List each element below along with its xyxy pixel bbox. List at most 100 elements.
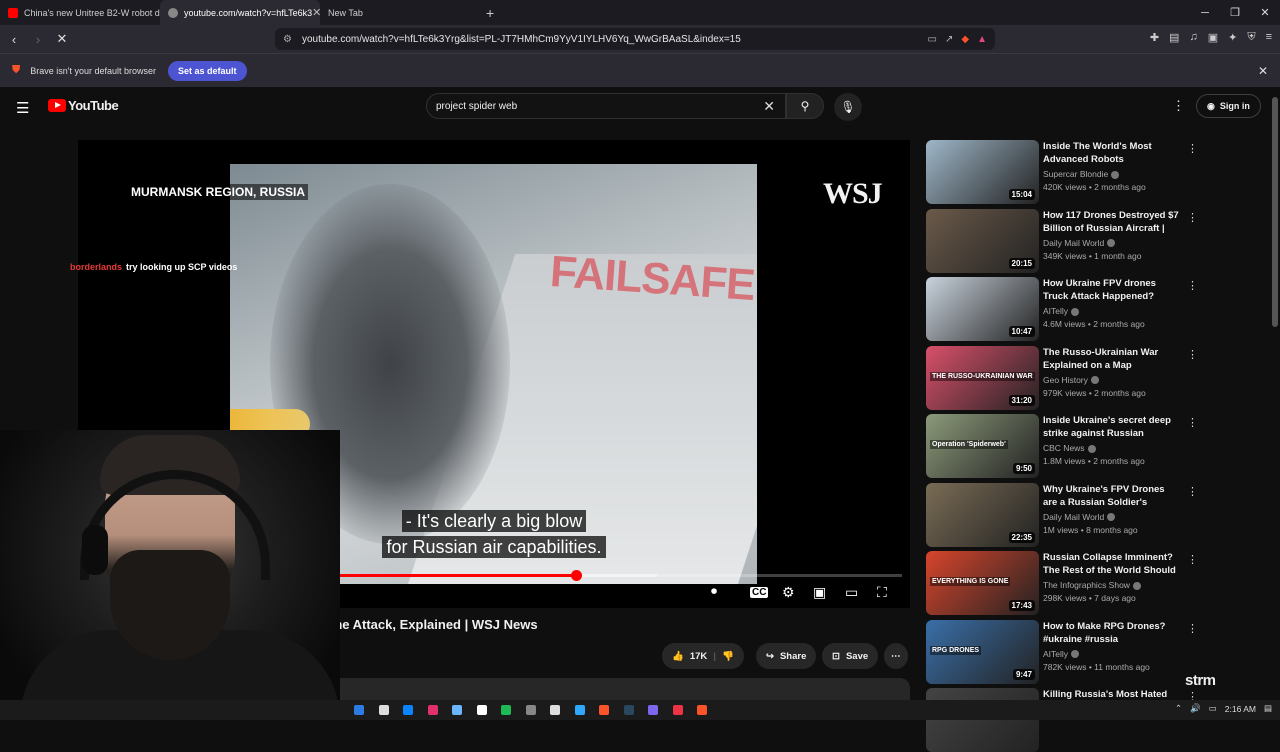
notifications-icon[interactable]: ▤ — [1264, 703, 1272, 714]
minimize-icon[interactable]: ─ — [1190, 7, 1220, 19]
recommendation-title[interactable]: How Ukraine FPV drones Truck Attack Happ… — [1043, 277, 1179, 303]
video-thumbnail[interactable]: THE RUSSO-UKRAINIAN WAR 31:20 — [926, 345, 1039, 410]
more-options-icon[interactable]: ⋮ — [1187, 142, 1198, 155]
more-options-icon[interactable]: ⋮ — [1187, 622, 1198, 635]
address-bar[interactable]: ⚙ youtube.com/watch?v=hfLTe6k3Yrg&list=P… — [275, 28, 995, 50]
recommendation-item[interactable]: 15:04 Inside The World's Most Advanced Ro… — [926, 140, 1226, 204]
page-scrollbar[interactable] — [1270, 87, 1280, 700]
recommendation-item[interactable]: Killing Russia's Most Hated Man⋮ — [926, 688, 1226, 752]
tab-new-tab[interactable]: New Tab — [320, 0, 480, 25]
search-input[interactable]: project spider web ✕ — [426, 93, 786, 119]
leo-ai-icon[interactable]: ✦ — [1228, 31, 1237, 44]
recommendation-item[interactable]: THE RUSSO-UKRAINIAN WAR 31:20 The Russo-Uk… — [926, 345, 1226, 410]
more-options-icon[interactable]: ⋮ — [1187, 279, 1198, 292]
sign-in-button[interactable]: ◉ Sign in — [1196, 94, 1261, 118]
app-icon-notes[interactable] — [378, 705, 389, 715]
scrubber-handle[interactable] — [570, 570, 582, 581]
video-thumbnail[interactable]: 10:47 — [926, 277, 1039, 341]
app-icon-figma[interactable] — [672, 705, 683, 715]
recommendation-title[interactable]: Inside The World's Most Advanced Robots — [1043, 140, 1179, 166]
video-thumbnail[interactable]: 20:15 — [926, 208, 1039, 273]
new-tab-plus-icon[interactable]: + — [486, 5, 494, 21]
more-options-icon[interactable]: ⋮ — [1187, 416, 1198, 429]
video-thumbnail[interactable]: 15:04 — [926, 140, 1039, 204]
app-icon-messenger[interactable] — [403, 705, 413, 715]
volume-icon[interactable]: 🔊 — [1190, 703, 1201, 714]
app-icon-photos[interactable] — [452, 705, 462, 715]
app-icon-brave-nightly[interactable] — [697, 705, 707, 715]
video-thumbnail[interactable] — [926, 688, 1039, 752]
cast-icon[interactable]: ▭ — [928, 34, 937, 45]
app-icon-photoshop[interactable] — [574, 705, 585, 715]
more-actions-button[interactable]: ⋯ — [884, 643, 908, 669]
recommendation-item[interactable]: 22:35 Why Ukraine's FPV Drones are a Russ… — [926, 482, 1226, 547]
miniplayer-icon[interactable]: ▣ — [813, 584, 826, 601]
share-button[interactable]: ↪ Share — [756, 643, 817, 669]
close-tab-icon[interactable]: ✕ — [312, 6, 320, 19]
video-thumbnail[interactable]: EVERYTHING IS GONE 17:43 — [926, 551, 1039, 615]
app-icon-tiktok[interactable] — [476, 705, 487, 715]
vpn-icon[interactable]: ⛨ — [1247, 31, 1255, 44]
recommendation-title[interactable]: How 117 Drones Destroyed $7 Billion of R… — [1043, 209, 1179, 235]
channel-name[interactable]: Supercar Blondie — [1043, 169, 1120, 179]
wallet-icon[interactable]: ▣ — [1208, 31, 1218, 44]
recommendation-item[interactable]: 20:15 How 117 Drones Destroyed $7 Billion… — [926, 208, 1226, 273]
site-info-icon[interactable]: ⚙ — [283, 34, 292, 45]
app-icon-instagram[interactable] — [427, 705, 438, 715]
app-icon-steam[interactable] — [623, 705, 634, 715]
app-icon-settings[interactable] — [525, 705, 536, 715]
tray-chevron-icon[interactable]: ⌃ — [1175, 703, 1182, 714]
save-button[interactable]: ⊡ Save — [822, 643, 879, 669]
clear-search-icon[interactable]: ✕ — [763, 98, 775, 115]
channel-name[interactable]: The Infographics Show — [1043, 580, 1141, 590]
voice-search-button[interactable]: 🎙 — [834, 93, 862, 121]
set-as-default-button[interactable]: Set as default — [168, 60, 247, 81]
more-options-icon[interactable]: ⋮ — [1187, 485, 1198, 498]
app-icon-brave[interactable] — [599, 705, 609, 715]
recommendation-title[interactable]: How to Make RPG Drones? #ukraine #russia — [1043, 620, 1179, 646]
recommendation-title[interactable]: Why Ukraine's FPV Drones are a Russian S… — [1043, 483, 1179, 509]
app-icon-spotify[interactable] — [501, 705, 511, 715]
scrollbar-thumb[interactable] — [1272, 97, 1278, 327]
description-box[interactable] — [330, 678, 910, 700]
app-icon-obs[interactable] — [648, 705, 658, 715]
channel-name[interactable]: AITelly — [1043, 649, 1080, 659]
channel-name[interactable]: Daily Mail World — [1043, 512, 1116, 522]
more-options-icon[interactable]: ⋮ — [1187, 348, 1198, 361]
close-infobar-icon[interactable]: ✕ — [1258, 64, 1268, 78]
fullscreen-icon[interactable]: ⛶ — [877, 584, 887, 601]
search-button[interactable]: ⚲ — [786, 93, 824, 119]
maximize-icon[interactable]: ❐ — [1220, 6, 1250, 19]
close-window-icon[interactable]: ✕ — [1250, 6, 1280, 19]
autoplay-toggle-icon[interactable]: ⏺ — [711, 584, 717, 599]
browser-menu-icon[interactable]: ≡ — [1266, 31, 1272, 44]
forward-icon[interactable]: › — [28, 32, 48, 47]
channel-name[interactable]: Geo History — [1043, 375, 1099, 385]
channel-name[interactable]: Daily Mail World — [1043, 238, 1116, 248]
like-button[interactable]: 👍 17K | 👎 — [662, 643, 744, 669]
recommendation-item[interactable]: RPG DRONES 9:47 How to Make RPG Drones? #u… — [926, 619, 1226, 684]
more-options-icon[interactable]: ⋮ — [1187, 211, 1198, 224]
clock[interactable]: 2:16 AM — [1225, 704, 1256, 714]
channel-name[interactable]: AITelly — [1043, 306, 1080, 316]
recommendation-title[interactable]: Inside Ukraine's secret deep strike agai… — [1043, 414, 1179, 440]
recommendation-item[interactable]: Operation 'Spiderweb' 9:50 Inside Ukraine'… — [926, 414, 1226, 478]
brave-rewards-icon[interactable]: ▲ — [977, 34, 987, 45]
settings-more-icon[interactable]: ⋮ — [1172, 98, 1185, 114]
brave-shields-icon[interactable]: ◆ — [961, 34, 969, 45]
youtube-logo[interactable]: YouTube — [48, 98, 119, 113]
recommendation-item[interactable]: EVERYTHING IS GONE 17:43 Russian Collapse … — [926, 551, 1226, 615]
app-icon-files[interactable] — [550, 705, 560, 715]
extensions-icon[interactable]: ✚ — [1150, 31, 1159, 44]
app-icon-edge[interactable] — [354, 705, 364, 715]
theater-mode-icon[interactable]: ▭ — [845, 584, 858, 601]
subtitles-cc-icon[interactable]: CC — [750, 587, 769, 598]
channel-name[interactable]: CBC News — [1043, 443, 1096, 453]
tab-youtube-active[interactable]: youtube.com/watch?v=hfLTe6k3 ✕ — [160, 0, 320, 25]
hamburger-menu-icon[interactable]: ☰ — [16, 99, 29, 117]
recommendation-title[interactable]: Russian Collapse Imminent? The Rest of t… — [1043, 551, 1179, 577]
tab-robot-dog[interactable]: China's new Unitree B2-W robot dog — [0, 0, 160, 25]
music-icon[interactable]: ♫ — [1189, 31, 1197, 44]
video-thumbnail[interactable]: RPG DRONES 9:47 — [926, 619, 1039, 684]
share-page-icon[interactable]: ↗ — [945, 34, 953, 45]
